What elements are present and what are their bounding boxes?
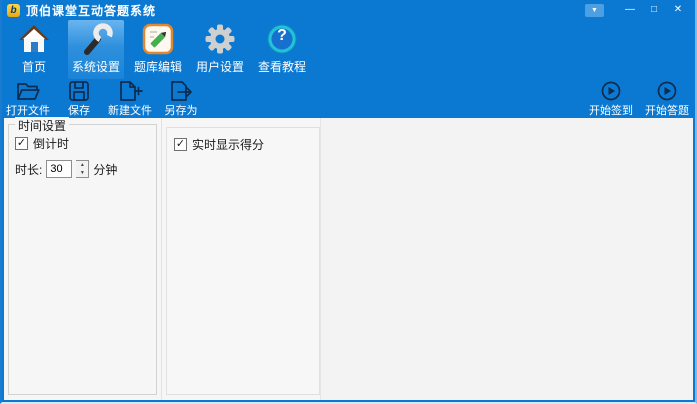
file-toolbar-right: 开始签到 开始答题 [589, 80, 689, 118]
toolbar-label: 用户设置 [195, 60, 244, 74]
titlebar: b 顶伯课堂互动答题系统 ▼ — □ ✕ [2, 0, 695, 20]
new-file-button[interactable]: 新建文件 [108, 80, 152, 118]
start-answering-button[interactable]: 开始答题 [645, 80, 689, 118]
maximize-button[interactable]: □ [642, 2, 666, 18]
panel-splitter[interactable] [161, 118, 162, 400]
file-toolbar-left: 打开文件 保存 新建文件 另存为 [6, 80, 198, 118]
save-as-button[interactable]: 另存为 [164, 80, 198, 118]
wrench-icon [79, 20, 113, 58]
duration-stepper[interactable]: ▲ ▼ [76, 160, 90, 178]
titlebar-dropdown-icon[interactable]: ▼ [585, 3, 604, 17]
save-as-icon [168, 80, 194, 102]
content-area: 时间设置 ✓ 倒计时 时长: ▲ ▼ 分钟 [4, 117, 693, 400]
countdown-label: 倒计时 [33, 137, 70, 151]
toolbar-label: 系统设置 [71, 60, 120, 74]
file-toolbar-label: 开始答题 [645, 105, 689, 117]
toolbar-item-question-bank[interactable]: 题库编辑 [130, 20, 186, 79]
groupbox-title: 时间设置 [15, 117, 70, 134]
close-button[interactable]: ✕ [666, 2, 690, 18]
open-file-button[interactable]: 打开文件 [6, 80, 50, 118]
file-toolbar-label: 保存 [68, 105, 90, 117]
open-folder-icon [15, 80, 41, 102]
toolbar-label: 查看教程 [257, 60, 306, 74]
home-icon [17, 20, 51, 58]
countdown-checkbox[interactable]: ✓ 倒计时 [15, 135, 150, 152]
notepad-pencil-icon [142, 20, 174, 58]
checkbox-check-icon[interactable]: ✓ [174, 138, 187, 151]
play-circle-icon [600, 80, 622, 102]
empty-right-panel [320, 118, 693, 400]
file-toolbar-label: 新建文件 [108, 105, 152, 117]
spinner-up-icon[interactable]: ▲ [76, 161, 88, 169]
toolbar-label: 首页 [21, 60, 46, 74]
file-toolbar-label: 另存为 [164, 105, 198, 117]
toolbar-item-tutorial[interactable]: ? 查看教程 [254, 20, 310, 79]
help-icon: ? [266, 20, 298, 58]
new-file-icon [117, 80, 143, 102]
time-settings-groupbox: 时间设置 ✓ 倒计时 时长: ▲ ▼ 分钟 [8, 117, 157, 395]
floppy-save-icon [67, 80, 91, 102]
duration-input[interactable] [46, 160, 73, 178]
save-button[interactable]: 保存 [62, 80, 96, 118]
main-toolbar: 首页 系统设置 题库编辑 用户设置 ? 查看教程 [2, 20, 695, 79]
window-title: 顶伯课堂互动答题系统 [26, 3, 157, 18]
duration-row: 时长: ▲ ▼ 分钟 [15, 160, 150, 178]
play-circle-icon [656, 80, 678, 102]
duration-label: 时长: [15, 162, 43, 177]
duration-unit-label: 分钟 [93, 162, 118, 177]
realtime-score-checkbox[interactable]: ✓ 实时显示得分 [174, 136, 312, 153]
realtime-score-label: 实时显示得分 [192, 138, 265, 152]
spinner-down-icon[interactable]: ▼ [76, 169, 88, 177]
app-window: b 顶伯课堂互动答题系统 ▼ — □ ✕ 首页 系统设置 题库编辑 用户设置 ?… [0, 0, 697, 404]
gear-icon [203, 20, 237, 58]
toolbar-item-system-settings[interactable]: 系统设置 [68, 20, 124, 79]
score-settings-panel: ✓ 实时显示得分 [166, 127, 320, 395]
toolbar-label: 题库编辑 [133, 60, 182, 74]
start-signin-button[interactable]: 开始签到 [589, 80, 633, 118]
file-toolbar-label: 打开文件 [6, 105, 50, 117]
app-logo-icon: b [7, 3, 20, 17]
toolbar-item-user-settings[interactable]: 用户设置 [192, 20, 248, 79]
minimize-button[interactable]: — [618, 2, 642, 18]
toolbar-item-home[interactable]: 首页 [6, 20, 62, 79]
file-toolbar-label: 开始签到 [589, 105, 633, 117]
checkbox-check-icon[interactable]: ✓ [15, 137, 28, 150]
question-mark-glyph: ? [277, 27, 287, 44]
file-toolbar: 打开文件 保存 新建文件 另存为 开始签到 开始答题 [2, 79, 695, 118]
